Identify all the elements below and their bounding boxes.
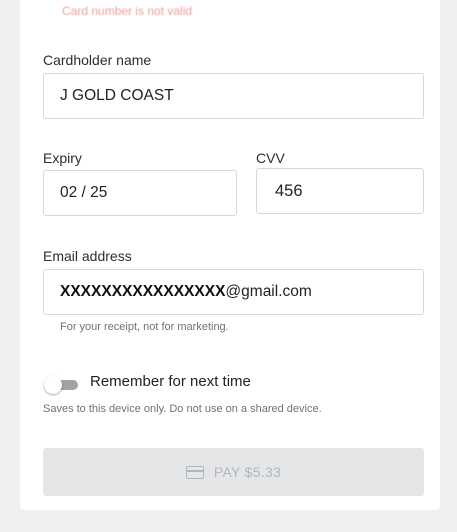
expiry-input[interactable]: 02 / 25: [43, 170, 237, 216]
email-label: Email address: [43, 248, 132, 264]
cvv-label: CVV: [256, 150, 285, 166]
email-domain-part: @gmail.com: [225, 283, 312, 300]
toggle-knob: [44, 376, 62, 394]
email-helper-text: For your receipt, not for marketing.: [60, 321, 229, 333]
cardholder-name-input[interactable]: J GOLD COAST: [43, 73, 424, 119]
remember-toggle[interactable]: [44, 376, 80, 394]
cvv-value: 456: [275, 181, 303, 200]
pay-button[interactable]: PAY $5.33: [43, 448, 424, 496]
pay-button-label: PAY $5.33: [213, 464, 282, 480]
email-input[interactable]: XXXXXXXXXXXXXXXX @gmail.com: [43, 269, 424, 315]
email-masked-part: XXXXXXXXXXXXXXXX: [60, 283, 226, 300]
expiry-value: 02 / 25: [60, 184, 108, 201]
cardholder-name-value: J GOLD COAST: [60, 87, 174, 104]
expiry-label: Expiry: [43, 150, 82, 166]
remember-label[interactable]: Remember for next time: [90, 373, 251, 390]
remember-helper-text: Saves to this device only. Do not use on…: [43, 403, 322, 415]
cardholder-name-label: Cardholder name: [43, 52, 152, 68]
cvv-input[interactable]: 456: [256, 168, 424, 214]
card-number-error: Card number is not valid: [62, 4, 193, 18]
credit-card-icon: [185, 465, 204, 479]
